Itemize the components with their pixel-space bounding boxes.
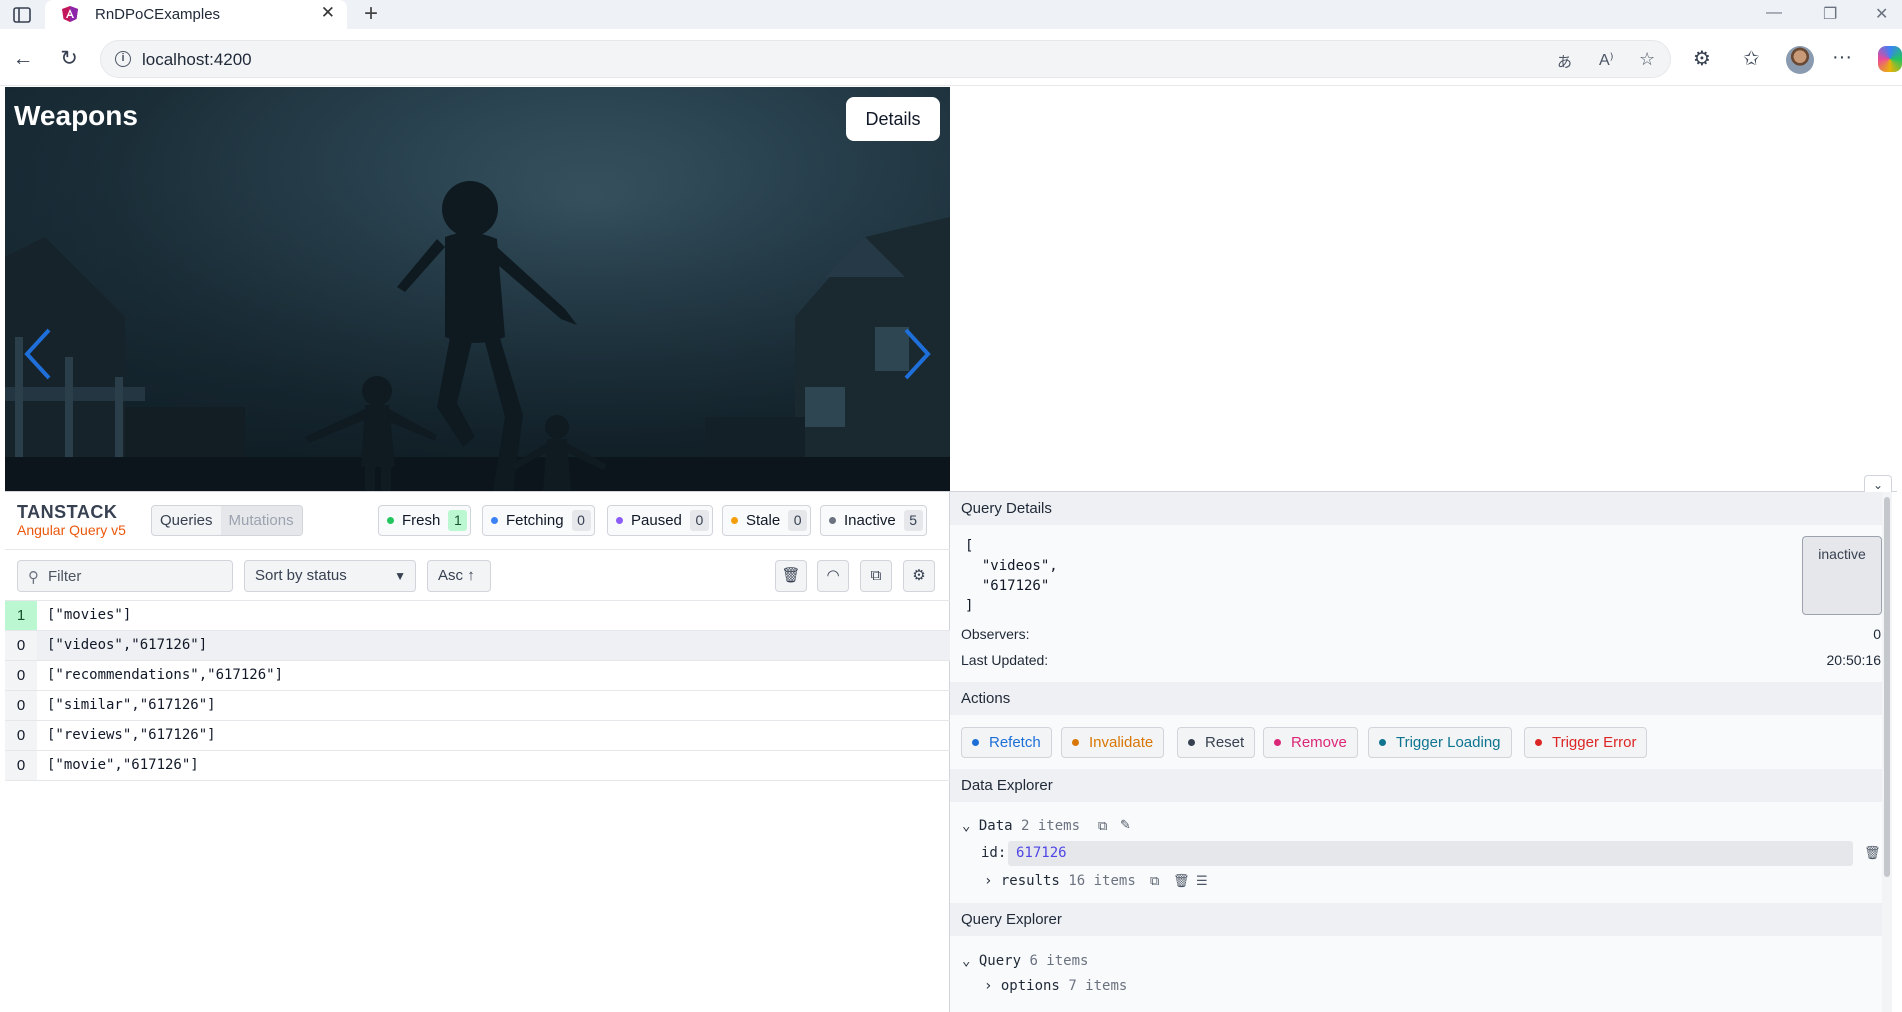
- tanstack-logo[interactable]: TANSTACK Angular Query v5: [17, 502, 126, 539]
- queries-pane: TANSTACK Angular Query v5 Queries Mutati…: [5, 492, 950, 1012]
- refetch-button[interactable]: Refetch: [961, 727, 1052, 758]
- filter-box: ⚲: [17, 560, 233, 592]
- data-tree-root[interactable]: ⌄ Data 2 items: [962, 818, 1080, 834]
- details-button[interactable]: Details: [846, 97, 940, 141]
- hero-backdrop-image: [5, 87, 950, 491]
- chevron-down-icon: ⌄: [962, 818, 979, 834]
- offline-wifi-icon[interactable]: ◠: [817, 560, 849, 592]
- browser-toolbar: ← ↻ i localhost:4200 あ A⁾ ☆ ⚙ ✩ ···: [0, 29, 1902, 86]
- chevron-left-icon[interactable]: [19, 324, 59, 384]
- id-key-label: id:: [981, 845, 1007, 861]
- paused-dot-icon: [616, 517, 623, 524]
- sort-select[interactable]: Sort by status ▼: [244, 560, 416, 592]
- chevron-right-icon: ›: [984, 978, 1001, 994]
- filter-input[interactable]: [48, 565, 228, 587]
- chevron-right-icon: ›: [984, 873, 1001, 889]
- view-toggle: Queries Mutations: [151, 505, 303, 536]
- query-tree-root[interactable]: ⌄ Query 6 items: [962, 953, 1088, 969]
- restore-icon[interactable]: ❐: [1823, 4, 1837, 24]
- tab-actions-icon[interactable]: [12, 5, 32, 25]
- trigger-error-button[interactable]: Trigger Error: [1524, 727, 1648, 758]
- query-row[interactable]: 0 ["reviews","617126"]: [5, 721, 950, 751]
- hero-carousel: Weapons Details: [5, 87, 950, 491]
- search-icon: ⚲: [28, 569, 39, 586]
- site-info-icon[interactable]: i: [115, 51, 131, 67]
- refresh-icon[interactable]: ↻: [57, 47, 81, 71]
- minimize-icon[interactable]: —: [1766, 4, 1782, 22]
- query-explorer-header: Query Explorer: [950, 903, 1892, 936]
- id-value-input[interactable]: 617126: [1008, 841, 1853, 866]
- more-menu-icon[interactable]: ···: [1832, 46, 1852, 69]
- actions-header: Actions: [950, 682, 1892, 715]
- pip-window-icon[interactable]: ⧉: [860, 560, 892, 592]
- fresh-dot-icon: [387, 517, 394, 524]
- close-window-icon[interactable]: ✕: [1875, 4, 1888, 24]
- query-row[interactable]: 0 ["similar","617126"]: [5, 691, 950, 721]
- favorite-star-icon[interactable]: ☆: [1639, 49, 1655, 70]
- fetching-dot-icon: [491, 517, 498, 524]
- hero-title: Weapons: [14, 100, 138, 131]
- extensions-icon[interactable]: ⚙: [1693, 46, 1711, 71]
- chevron-right-icon[interactable]: [896, 324, 936, 384]
- copy-icon[interactable]: ⧉: [1098, 818, 1107, 834]
- close-tab-icon[interactable]: ✕: [321, 3, 335, 23]
- query-key-json: [ "videos", "617126" ]: [965, 538, 1058, 614]
- tab-title: RnDPoCExamples: [95, 6, 221, 23]
- chevron-down-icon: ⌄: [962, 953, 979, 969]
- query-details-pane: Query Details [ "videos", "617126" ] ina…: [950, 492, 1892, 1012]
- options-tree-node[interactable]: › options 7 items: [984, 978, 1127, 994]
- collapse-devtools-icon[interactable]: ⌄: [1864, 475, 1892, 493]
- chevron-down-icon: ▼: [394, 569, 406, 583]
- tab-mutations[interactable]: Mutations: [220, 506, 302, 535]
- arrow-up-icon: ↑: [467, 567, 475, 584]
- profile-avatar[interactable]: [1786, 46, 1814, 74]
- copy-icon[interactable]: ⧉: [1150, 873, 1159, 889]
- query-row[interactable]: 0 ["recommendations","617126"]: [5, 661, 950, 691]
- details-scrollbar[interactable]: [1882, 492, 1892, 1012]
- tab-queries[interactable]: Queries: [152, 506, 221, 535]
- query-details-header: Query Details: [950, 492, 1892, 525]
- trigger-loading-button[interactable]: Trigger Loading: [1368, 727, 1512, 758]
- stale-dot-icon: [731, 517, 738, 524]
- observers-row: Observers: 0: [961, 626, 1881, 642]
- status-stale: Stale 0: [722, 505, 812, 536]
- settings-gear-icon[interactable]: ⚙: [903, 560, 935, 592]
- results-tree-node[interactable]: › results 16 items: [984, 873, 1136, 889]
- scrollbar-thumb[interactable]: [1884, 497, 1890, 877]
- invalidate-button[interactable]: Invalidate: [1061, 727, 1165, 758]
- query-row[interactable]: 0 ["movie","617126"]: [5, 751, 950, 781]
- query-row[interactable]: 1 ["movies"]: [5, 601, 950, 631]
- sort-order-button[interactable]: Asc ↑: [427, 560, 491, 592]
- status-fresh: Fresh 1: [378, 505, 472, 536]
- query-state-badge: inactive: [1802, 536, 1882, 615]
- last-updated-row: Last Updated: 20:50:16: [961, 652, 1881, 668]
- copilot-icon[interactable]: [1878, 46, 1902, 72]
- list-icon[interactable]: ☰: [1196, 873, 1208, 889]
- browser-tab-bar: RnDPoCExamples ✕ + — ❐ ✕: [0, 0, 1902, 29]
- delete-trash-icon[interactable]: 🗑: [1864, 845, 1881, 861]
- query-devtools-panel: ⌄ TANSTACK Angular Query v5 Queries Muta…: [5, 475, 1897, 1012]
- angular-logo-icon: [62, 6, 78, 22]
- reset-button[interactable]: Reset: [1177, 727, 1256, 758]
- read-aloud-icon[interactable]: A⁾: [1599, 50, 1614, 70]
- address-bar[interactable]: i localhost:4200 あ A⁾ ☆: [100, 40, 1671, 78]
- status-fetching: Fetching 0: [482, 505, 595, 536]
- delete-trash-icon[interactable]: 🗑: [1173, 873, 1190, 889]
- clear-cache-trash-icon[interactable]: 🗑: [775, 560, 807, 592]
- inactive-dot-icon: [829, 517, 836, 524]
- favorites-icon[interactable]: ✩: [1743, 46, 1760, 71]
- remove-button[interactable]: Remove: [1263, 727, 1358, 758]
- translate-icon[interactable]: あ: [1557, 51, 1572, 72]
- data-explorer-header: Data Explorer: [950, 769, 1892, 802]
- browser-tab[interactable]: RnDPoCExamples ✕: [45, 0, 347, 29]
- url-text[interactable]: localhost:4200: [142, 50, 252, 70]
- query-row-selected[interactable]: 0 ["videos","617126"]: [5, 631, 950, 661]
- status-inactive: Inactive 5: [820, 505, 927, 536]
- edit-pencil-icon[interactable]: ✎: [1120, 817, 1131, 833]
- query-toolbar: ⚲ Sort by status ▼ Asc ↑ 🗑 ◠ ⧉ ⚙: [5, 549, 950, 601]
- status-paused: Paused 0: [607, 505, 713, 536]
- new-tab-icon[interactable]: +: [364, 1, 378, 27]
- back-arrow-icon[interactable]: ←: [11, 47, 35, 71]
